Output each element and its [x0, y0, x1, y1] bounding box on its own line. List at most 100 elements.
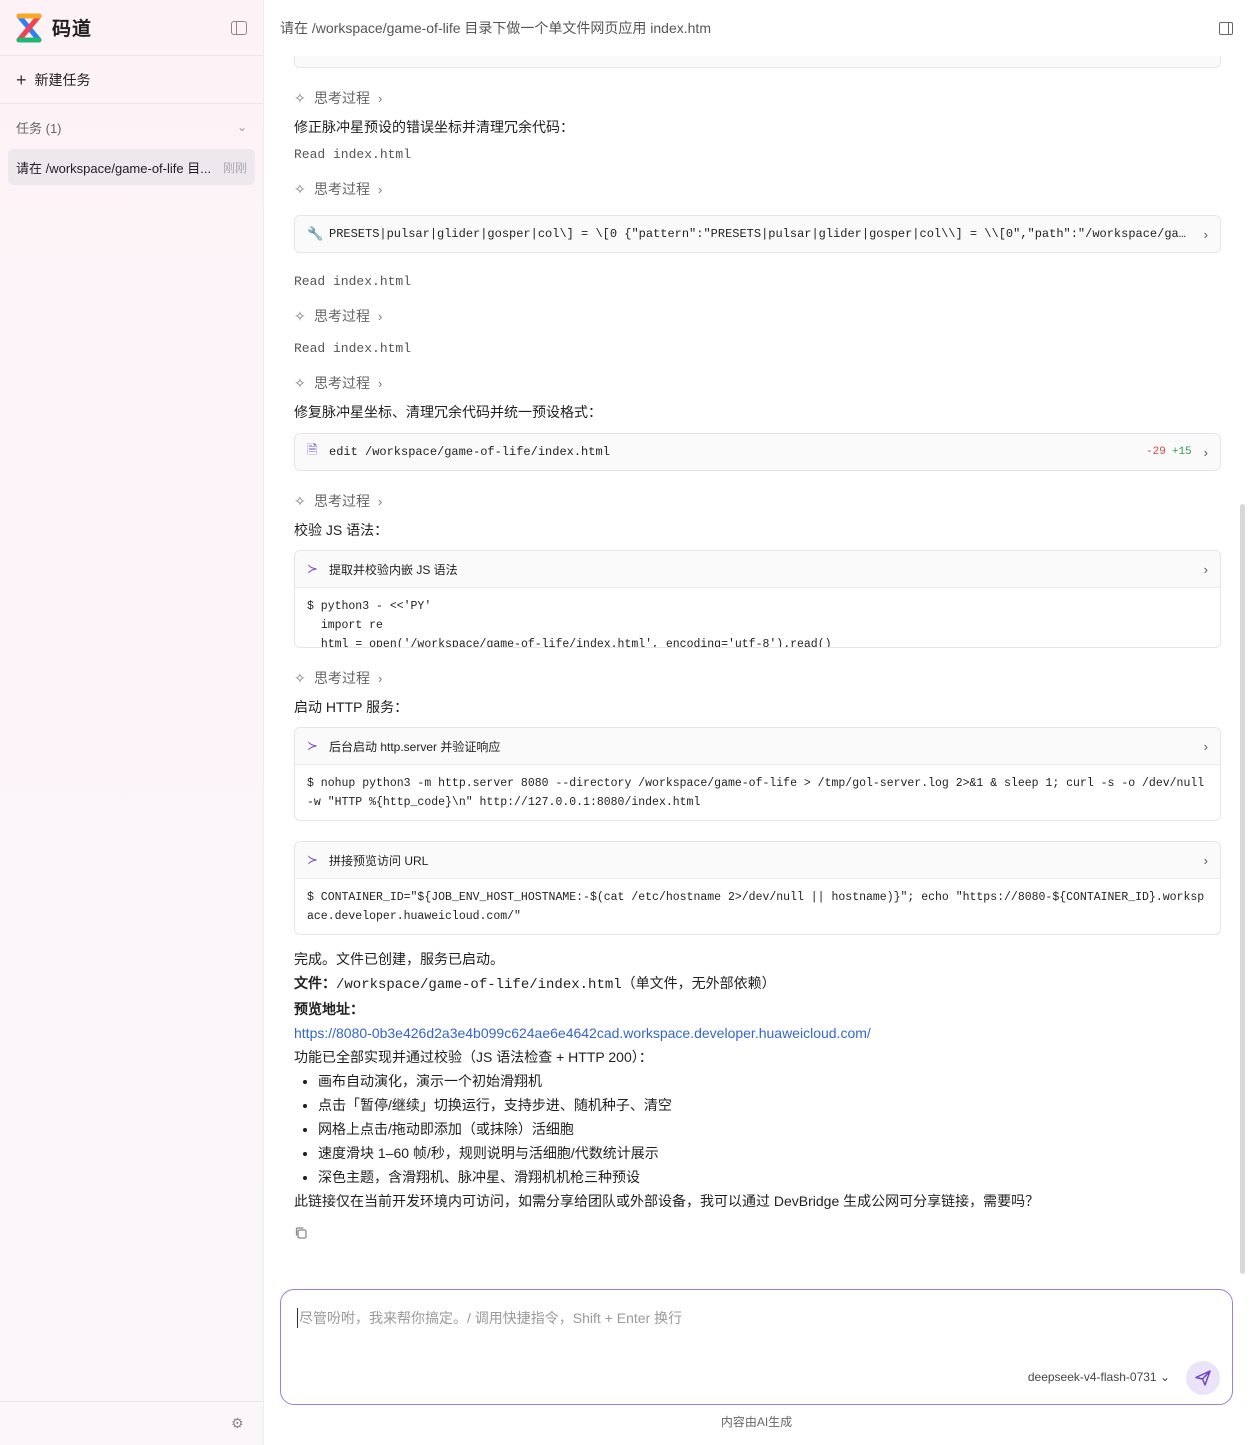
chevron-right-icon: ›: [378, 308, 383, 324]
terminal-card-header[interactable]: ≻ 提取并校验内嵌 JS 语法 ›: [295, 551, 1220, 587]
thinking-toggle[interactable]: ✧ 思考过程 ›: [294, 179, 1221, 199]
terminal-card-header[interactable]: ≻ 后台启动 http.server 并验证响应 ›: [295, 728, 1220, 764]
terminal-icon: ≻: [307, 561, 318, 576]
chevron-right-icon: ›: [1203, 561, 1208, 577]
edit-label: edit /workspace/game-of-life/index.html: [329, 445, 610, 459]
done-text: 完成。文件已创建，服务已启动。: [294, 951, 504, 967]
panel-toggle-icon[interactable]: [1219, 21, 1233, 35]
code-line: $ nohup python3 -m http.server 8080 --di…: [307, 777, 1212, 809]
code-line: $ python3 - <<'PY': [307, 600, 432, 613]
sparkle-icon: ✧: [294, 181, 306, 197]
terminal-icon: ≻: [307, 738, 318, 753]
send-icon: [1195, 1370, 1211, 1386]
edit-card: 🗎 edit /workspace/game-of-life/index.htm…: [294, 433, 1221, 471]
assistant-text: 修复脉冲星坐标、清理冗余代码并统一预设格式：: [294, 404, 602, 420]
chevron-right-icon: ›: [378, 493, 383, 509]
chevron-right-icon: ›: [378, 375, 383, 391]
read-action: Read index.html: [294, 274, 412, 289]
file-label: 文件: [294, 975, 322, 991]
chevron-right-icon: ›: [1203, 226, 1208, 242]
thinking-label: 思考过程: [314, 181, 370, 197]
chevron-down-icon: ⌄: [236, 120, 247, 134]
file-edit-icon: 🗎: [307, 442, 318, 457]
plus-icon: +: [16, 69, 27, 90]
chevron-right-icon: ›: [378, 670, 383, 686]
thinking-label: 思考过程: [314, 308, 370, 324]
thinking-toggle[interactable]: ✧ 思考过程 ›: [294, 88, 1221, 108]
task-group-header[interactable]: 任务 (1) ⌄: [0, 105, 263, 149]
terminal-card: ≻ 后台启动 http.server 并验证响应 › $ nohup pytho…: [294, 727, 1221, 821]
list-item: 画布自动演化，演示一个初始滑翔机: [318, 1069, 1221, 1093]
final-answer: 完成。文件已创建，服务已启动。 文件：/workspace/game-of-li…: [294, 947, 1221, 1247]
thinking-toggle[interactable]: ✧ 思考过程 ›: [294, 306, 1221, 326]
tool-card: 🔧 PRESETS|pulsar|glider|gosper|col\] = \…: [294, 215, 1221, 253]
terminal-card: ≻ 提取并校验内嵌 JS 语法 › $ python3 - <<'PY' imp…: [294, 550, 1221, 648]
model-selector[interactable]: deepseek-v4-flash-0731 ⌄: [1028, 1370, 1170, 1384]
send-button[interactable]: [1186, 1361, 1220, 1395]
sparkle-icon: ✧: [294, 493, 306, 509]
preview-link[interactable]: https://8080-0b3e426d2a3e4b099c624ae6e46…: [294, 1025, 871, 1041]
thinking-label: 思考过程: [314, 493, 370, 509]
read-action: Read index.html: [294, 147, 412, 162]
tool-call-label: PRESETS|pulsar|glider|gosper|col\] = \[0…: [329, 227, 1192, 241]
chevron-right-icon: ›: [1203, 444, 1208, 460]
task-title: 请在 /workspace/game-of-life 目...: [16, 160, 212, 176]
sparkle-icon: ✧: [294, 90, 306, 106]
wrench-icon: 🔧: [307, 226, 324, 241]
task-time: 刚刚: [222, 160, 247, 175]
chevron-right-icon: ›: [378, 90, 383, 106]
code-line: html = open('/workspace/game-of-life/ind…: [307, 638, 832, 647]
thinking-toggle[interactable]: ✧ 思考过程 ›: [294, 491, 1221, 511]
edit-card-header[interactable]: 🗎 edit /workspace/game-of-life/index.htm…: [295, 434, 1220, 470]
terminal-output: $ CONTAINER_ID="${JOB_ENV_HOST_HOSTNAME:…: [295, 878, 1220, 934]
read-action: Read index.html: [294, 341, 412, 356]
sidebar: 码道 + 新建任务 任务 (1) ⌄ 请在 /workspace/game-of…: [0, 0, 264, 1445]
assistant-text: 修正脉冲星预设的错误坐标并清理冗余代码：: [294, 119, 574, 135]
app-title: 码道: [52, 19, 93, 40]
thinking-label: 思考过程: [314, 375, 370, 391]
task-group-label: 任务 (1): [16, 120, 62, 136]
message-composer[interactable]: 尽管吩咐，我来帮你搞定。/ 调用快捷指令，Shift + Enter 换行 de…: [280, 1289, 1233, 1405]
gear-icon[interactable]: ⚙: [231, 1416, 245, 1430]
file-line: 文件：/workspace/game-of-life/index.html（单文…: [294, 975, 776, 993]
thinking-label: 思考过程: [314, 90, 370, 106]
terminal-title: 拼接预览访问 URL: [329, 853, 429, 868]
file-path: /workspace/game-of-life/index.html: [336, 977, 622, 993]
terminal-card: ≻ 拼接预览访问 URL › $ CONTAINER_ID="${JOB_ENV…: [294, 841, 1221, 935]
assistant-text: 启动 HTTP 服务：: [294, 699, 409, 715]
conversation-title: 请在 /workspace/game-of-life 目录下做一个单文件网页应用…: [280, 20, 711, 36]
terminal-title: 后台启动 http.server 并验证响应: [329, 739, 501, 754]
chevron-down-icon: ⌄: [1159, 1370, 1170, 1384]
terminal-title: 提取并校验内嵌 JS 语法: [329, 562, 458, 577]
verified-text: 功能已全部实现并通过校验（JS 语法检查 + HTTP 200）：: [294, 1049, 653, 1065]
sparkle-icon: ✧: [294, 670, 306, 686]
code-line: import re: [307, 619, 383, 632]
new-task-label: 新建任务: [34, 71, 91, 88]
model-name: deepseek-v4-flash-0731: [1027, 1370, 1157, 1384]
conversation: ✧ 思考过程 › 修正脉冲星预设的错误坐标并清理冗余代码： Read index…: [294, 56, 1221, 1247]
assistant-text: 校验 JS 语法：: [294, 522, 389, 538]
task-list-item[interactable]: 请在 /workspace/game-of-life 目... 刚刚: [8, 149, 255, 185]
tool-card-header[interactable]: 🔧 PRESETS|pulsar|glider|gosper|col\] = \…: [295, 216, 1220, 252]
main-panel: 请在 /workspace/game-of-life 目录下做一个单文件网页应用…: [264, 0, 1249, 1445]
closing-text: 此链接仅在当前开发环境内可访问，如需分享给团队或外部设备，我可以通过 DevBr…: [294, 1193, 1040, 1209]
chevron-right-icon: ›: [1203, 852, 1208, 868]
app-logo-icon: [16, 13, 42, 42]
thinking-toggle[interactable]: ✧ 思考过程 ›: [294, 668, 1221, 688]
sidebar-header: 码道: [0, 0, 263, 56]
code-line: $ CONTAINER_ID="${JOB_ENV_HOST_HOSTNAME:…: [307, 891, 1205, 923]
scrollbar[interactable]: [1240, 504, 1245, 1274]
ai-generated-note: 内容由AI生成: [720, 1415, 793, 1429]
additions-count: +15: [1171, 446, 1192, 458]
message-input[interactable]: 尽管吩咐，我来帮你搞定。/ 调用快捷指令，Shift + Enter 换行: [297, 1308, 682, 1328]
terminal-card-header[interactable]: ≻ 拼接预览访问 URL ›: [295, 842, 1220, 878]
tool-card-tail: [294, 56, 1221, 68]
terminal-output[interactable]: $ python3 - <<'PY' import re html = open…: [295, 587, 1220, 647]
copy-icon[interactable]: [294, 1226, 308, 1240]
thinking-toggle[interactable]: ✧ 思考过程 ›: [294, 373, 1221, 393]
list-item: 网格上点击/拖动即添加（或抹除）活细胞: [318, 1117, 1221, 1141]
new-task-button[interactable]: + 新建任务: [0, 56, 263, 104]
terminal-output: $ nohup python3 -m http.server 8080 --di…: [295, 764, 1220, 820]
topbar: 请在 /workspace/game-of-life 目录下做一个单文件网页应用…: [264, 0, 1249, 56]
sidebar-toggle-icon[interactable]: [231, 20, 247, 35]
